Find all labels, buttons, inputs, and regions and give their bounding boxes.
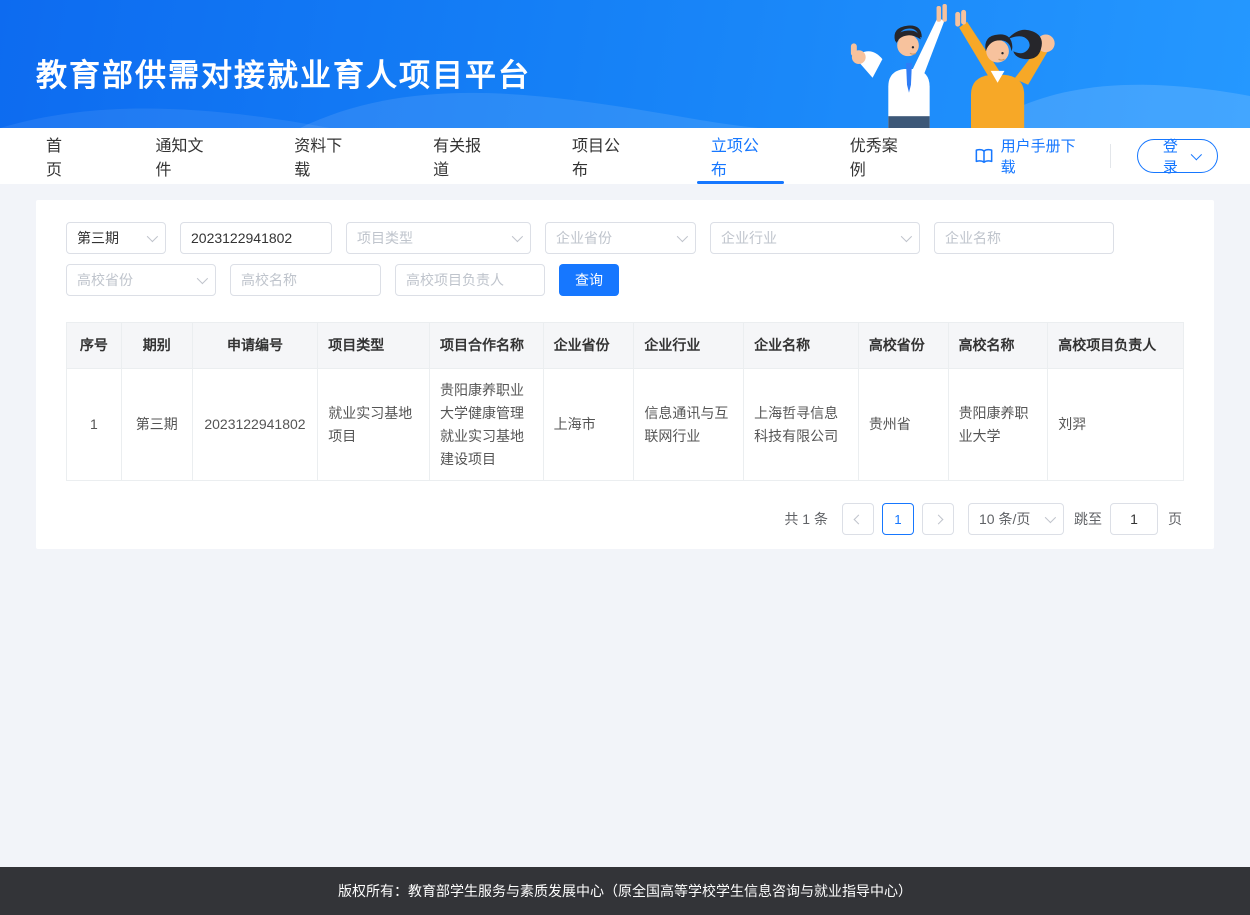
table-cell: 贵阳康养职业大学: [948, 369, 1048, 481]
content-card: 第三期 项目类型 企业省份 企业行业 高校省份: [36, 200, 1214, 549]
book-icon: [975, 148, 993, 164]
login-button[interactable]: 登录: [1137, 139, 1218, 173]
project-type-select[interactable]: 项目类型: [346, 222, 531, 254]
chevron-down-icon: [677, 231, 688, 242]
nav-item-6[interactable]: 立项公布: [697, 128, 784, 184]
column-header: 企业名称: [744, 323, 859, 369]
page-unit-label: 页: [1168, 509, 1182, 529]
copyright-text: 版权所有：教育部学生服务与素质发展中心（原全国高等学校学生信息咨询与就业指导中心…: [338, 881, 912, 901]
college-province-placeholder: 高校省份: [77, 270, 133, 290]
page-body: 第三期 项目类型 企业省份 企业行业 高校省份: [0, 184, 1250, 867]
user-manual-download-link[interactable]: 用户手册下载: [975, 135, 1085, 177]
jump-to-label: 跳至: [1074, 509, 1102, 529]
highfive-illustration: [845, 2, 1130, 128]
table-cell: 1: [67, 369, 122, 481]
table-row: 1第三期2023122941802就业实习基地项目贵阳康养职业大学健康管理就业实…: [67, 369, 1184, 481]
jump-page-input[interactable]: [1110, 503, 1158, 535]
column-header: 项目合作名称: [429, 323, 543, 369]
company-industry-placeholder: 企业行业: [721, 228, 777, 248]
nav-divider: [1110, 144, 1111, 168]
column-header: 高校项目负责人: [1048, 323, 1184, 369]
table-cell: 上海哲寻信息科技有限公司: [744, 369, 859, 481]
nav-item-3[interactable]: 资料下载: [280, 128, 367, 184]
page-size-value: 10 条/页: [979, 509, 1030, 529]
table-header-row: 序号期别申请编号项目类型项目合作名称企业省份企业行业企业名称高校省份高校名称高校…: [67, 323, 1184, 369]
company-province-select[interactable]: 企业省份: [545, 222, 696, 254]
college-province-select[interactable]: 高校省份: [66, 264, 216, 296]
pagination: 共 1 条 1 10 条/页 跳至 页: [66, 503, 1184, 535]
nav-item-2[interactable]: 通知文件: [141, 128, 228, 184]
table-cell: 贵阳康养职业大学健康管理就业实习基地建设项目: [429, 369, 543, 481]
chevron-down-icon: [1045, 512, 1056, 523]
company-province-placeholder: 企业省份: [556, 228, 612, 248]
nav-right-group: 用户手册下载 登录: [975, 135, 1218, 177]
table-cell: 2023122941802: [192, 369, 318, 481]
main-navigation: 首页通知文件资料下载有关报道项目公布立项公布优秀案例 用户手册下载 登录: [0, 128, 1250, 184]
user-manual-label: 用户手册下载: [1001, 135, 1085, 177]
table-cell: 贵州省: [858, 369, 948, 481]
nav-item-1[interactable]: 首页: [32, 128, 89, 184]
prev-page-button[interactable]: [842, 503, 874, 535]
college-name-input[interactable]: [230, 264, 381, 296]
nav-item-4[interactable]: 有关报道: [419, 128, 506, 184]
nav-item-7[interactable]: 优秀案例: [836, 128, 923, 184]
project-type-placeholder: 项目类型: [357, 228, 413, 248]
column-header: 高校名称: [948, 323, 1048, 369]
column-header: 申请编号: [192, 323, 318, 369]
chevron-down-icon: [197, 273, 208, 284]
nav-item-5[interactable]: 项目公布: [558, 128, 645, 184]
current-page-button[interactable]: 1: [882, 503, 914, 535]
table-cell: 信息通讯与互联网行业: [634, 369, 744, 481]
college-leader-input[interactable]: [395, 264, 545, 296]
chevron-down-icon: [147, 231, 158, 242]
column-header: 高校省份: [858, 323, 948, 369]
table-cell: 就业实习基地项目: [318, 369, 430, 481]
column-header: 序号: [67, 323, 122, 369]
chevron-right-icon: [933, 514, 943, 524]
results-table: 序号期别申请编号项目类型项目合作名称企业省份企业行业企业名称高校省份高校名称高校…: [66, 322, 1184, 481]
column-header: 企业行业: [634, 323, 744, 369]
site-title: 教育部供需对接就业育人项目平台: [36, 50, 531, 95]
chevron-down-icon: [901, 231, 912, 242]
header-banner: 教育部供需对接就业育人项目平台: [0, 0, 1250, 128]
column-header: 项目类型: [318, 323, 430, 369]
search-button[interactable]: 查询: [559, 264, 619, 296]
table-cell: 刘羿: [1048, 369, 1184, 481]
company-industry-select[interactable]: 企业行业: [710, 222, 920, 254]
apply-number-input[interactable]: [180, 222, 332, 254]
period-select-value: 第三期: [77, 228, 119, 248]
page-footer: 版权所有：教育部学生服务与素质发展中心（原全国高等学校学生信息咨询与就业指导中心…: [0, 867, 1250, 915]
chevron-down-icon: [1191, 149, 1202, 160]
column-header: 企业省份: [543, 323, 634, 369]
filter-row-2: 高校省份 查询: [66, 264, 1184, 296]
login-label: 登录: [1156, 135, 1184, 177]
nav-list: 首页通知文件资料下载有关报道项目公布立项公布优秀案例: [32, 128, 975, 184]
chevron-left-icon: [853, 514, 863, 524]
results-table-wrap: 序号期别申请编号项目类型项目合作名称企业省份企业行业企业名称高校省份高校名称高校…: [66, 322, 1184, 481]
table-cell: 第三期: [121, 369, 192, 481]
page-size-select[interactable]: 10 条/页: [968, 503, 1064, 535]
next-page-button[interactable]: [922, 503, 954, 535]
table-cell: 上海市: [543, 369, 634, 481]
company-name-input[interactable]: [934, 222, 1114, 254]
period-select[interactable]: 第三期: [66, 222, 166, 254]
chevron-down-icon: [512, 231, 523, 242]
column-header: 期别: [121, 323, 192, 369]
pagination-total: 共 1 条: [784, 509, 828, 529]
filter-row-1: 第三期 项目类型 企业省份 企业行业: [66, 222, 1184, 254]
